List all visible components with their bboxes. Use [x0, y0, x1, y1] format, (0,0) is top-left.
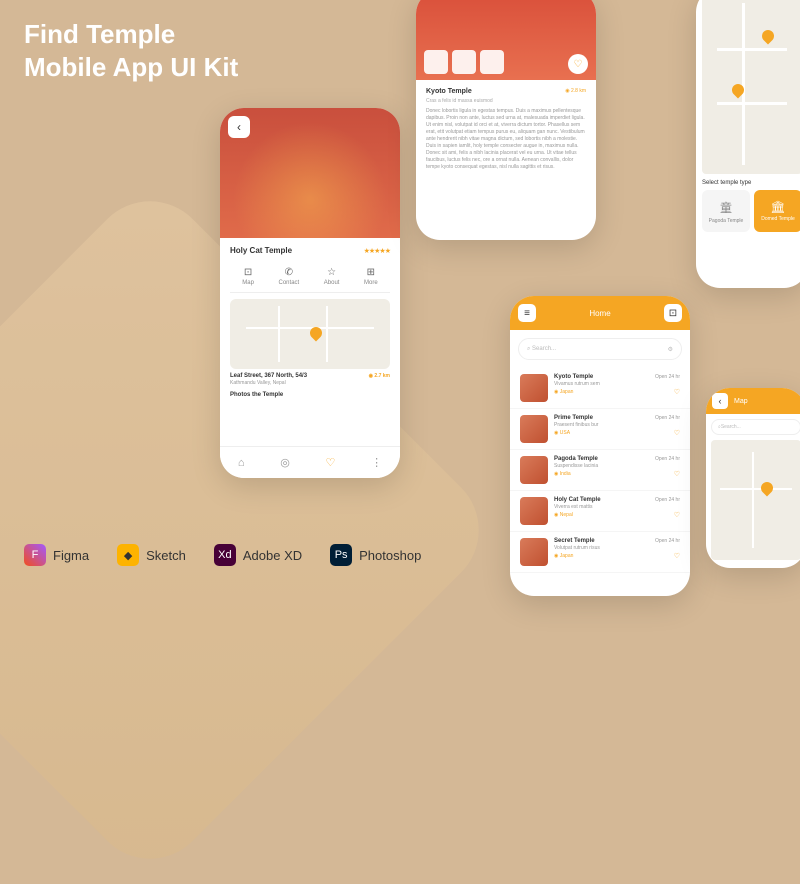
tool-ps: PsPhotoshop	[330, 544, 421, 566]
map-view[interactable]	[711, 440, 800, 560]
action-map[interactable]: ⊡Map	[242, 267, 254, 286]
type-domed[interactable]: 🏛Domed Temple	[754, 190, 800, 232]
ps-icon: Ps	[330, 544, 352, 566]
action-more[interactable]: ⊞More	[364, 267, 378, 286]
grid-icon: ⊞	[367, 267, 375, 278]
street-address: Leaf Street, 367 North, 54/3	[230, 373, 307, 379]
temple-thumbnail	[520, 497, 548, 525]
map-pin-icon	[758, 480, 775, 497]
phone-map-screen: ‹ Map ⌕ Search...	[706, 388, 800, 568]
phone-home-screen: ≡ Home ⊡ ⌕ Search...⚙ Kyoto TempleOpen 2…	[510, 296, 690, 596]
temple-thumbnail	[520, 456, 548, 484]
pagoda-icon: 童	[720, 199, 732, 216]
distance-badge: ◉ 2.7 km	[369, 373, 390, 379]
list-item[interactable]: Kyoto TempleOpen 24 hrVivamus rutrum sem…	[510, 368, 690, 409]
xd-icon: Xd	[214, 544, 236, 566]
tool-sketch: ◆Sketch	[117, 544, 186, 566]
map-pin-icon	[760, 28, 777, 45]
map-view[interactable]	[702, 0, 800, 174]
description-text: Donec lobortis ligula in egestas tempus.…	[426, 108, 586, 171]
nav-home-icon[interactable]: ⌂	[238, 457, 245, 469]
figma-icon: F	[24, 544, 46, 566]
temple-thumbnail	[520, 538, 548, 566]
list-item[interactable]: Holy Cat TempleOpen 24 hrViverra est mat…	[510, 491, 690, 532]
type-pagoda[interactable]: 童Pagoda Temple	[702, 190, 750, 232]
temple-thumbnail	[520, 415, 548, 443]
temple-hero-image: ‹	[220, 108, 400, 238]
photos-heading: Photos the Temple	[230, 392, 390, 398]
phone-detail-screen: ‹ Holy Cat Temple ★★★★★ ⊡Map ✆Contact ☆A…	[220, 108, 400, 478]
heart-icon[interactable]: ♡	[674, 552, 680, 560]
design-tools-row: FFigma ◆Sketch XdAdobe XD PsPhotoshop	[24, 544, 421, 566]
heart-icon[interactable]: ♡	[674, 388, 680, 396]
favorite-button[interactable]: ♡	[568, 54, 588, 74]
heart-icon[interactable]: ♡	[674, 511, 680, 519]
star-icon: ☆	[327, 267, 336, 278]
nav-more-icon[interactable]: ⋮	[371, 456, 382, 469]
thumbnail[interactable]	[480, 50, 504, 74]
distance-badge: ◉ 2.8 km	[565, 88, 586, 95]
filter-label: Select temple type	[702, 180, 800, 186]
map-icon: ⊡	[244, 267, 252, 278]
temple-hero-image: ♡	[416, 0, 596, 80]
back-button[interactable]: ‹	[228, 116, 250, 138]
rating-stars: ★★★★★	[364, 247, 390, 255]
dome-icon: 🏛	[770, 200, 785, 214]
thumbnail[interactable]	[452, 50, 476, 74]
nav-compass-icon[interactable]: ◎	[280, 456, 290, 469]
mini-map[interactable]	[230, 299, 390, 369]
temple-name: Holy Cat Temple	[230, 246, 292, 255]
temple-thumbnail	[520, 374, 548, 402]
menu-button[interactable]: ≡	[518, 304, 536, 322]
tool-figma: FFigma	[24, 544, 89, 566]
screen-title: Map	[734, 398, 748, 405]
heart-icon[interactable]: ♡	[674, 470, 680, 478]
phone-filter-screen: Select temple type 童Pagoda Temple 🏛Domed…	[696, 0, 800, 288]
sketch-icon: ◆	[117, 544, 139, 566]
search-input[interactable]: ⌕ Search...	[711, 419, 800, 435]
temple-name: Kyoto Temple	[426, 88, 472, 95]
search-input[interactable]: ⌕ Search...⚙	[518, 338, 682, 360]
back-button[interactable]: ‹	[712, 393, 728, 409]
nav-heart-icon[interactable]: ♡	[326, 456, 336, 469]
list-item[interactable]: Prime TempleOpen 24 hrPraesent finibus b…	[510, 409, 690, 450]
screen-title: Home	[589, 309, 610, 318]
phone-description-screen: ♡ Kyoto Temple ◉ 2.8 km Cras a felis id m…	[416, 0, 596, 240]
subtitle: Cras a felis id massa euismod	[426, 98, 586, 104]
phone-icon: ✆	[285, 267, 293, 278]
tool-xd: XdAdobe XD	[214, 544, 302, 566]
list-item[interactable]: Pagoda TempleOpen 24 hrSuspendisse lacin…	[510, 450, 690, 491]
filter-icon[interactable]: ⚙	[668, 346, 673, 353]
bottom-nav: ⌂ ◎ ♡ ⋮	[220, 446, 400, 478]
map-toggle-button[interactable]: ⊡	[664, 304, 682, 322]
heart-icon[interactable]: ♡	[674, 429, 680, 437]
address-sub: Kathmandu Valley, Nepal	[230, 380, 390, 386]
thumbnail[interactable]	[424, 50, 448, 74]
action-about[interactable]: ☆About	[324, 267, 340, 286]
page-title: Find Temple Mobile App UI Kit	[24, 18, 238, 83]
list-item[interactable]: Secret TempleOpen 24 hrVolutpat rutrum r…	[510, 532, 690, 573]
action-contact[interactable]: ✆Contact	[279, 267, 300, 286]
